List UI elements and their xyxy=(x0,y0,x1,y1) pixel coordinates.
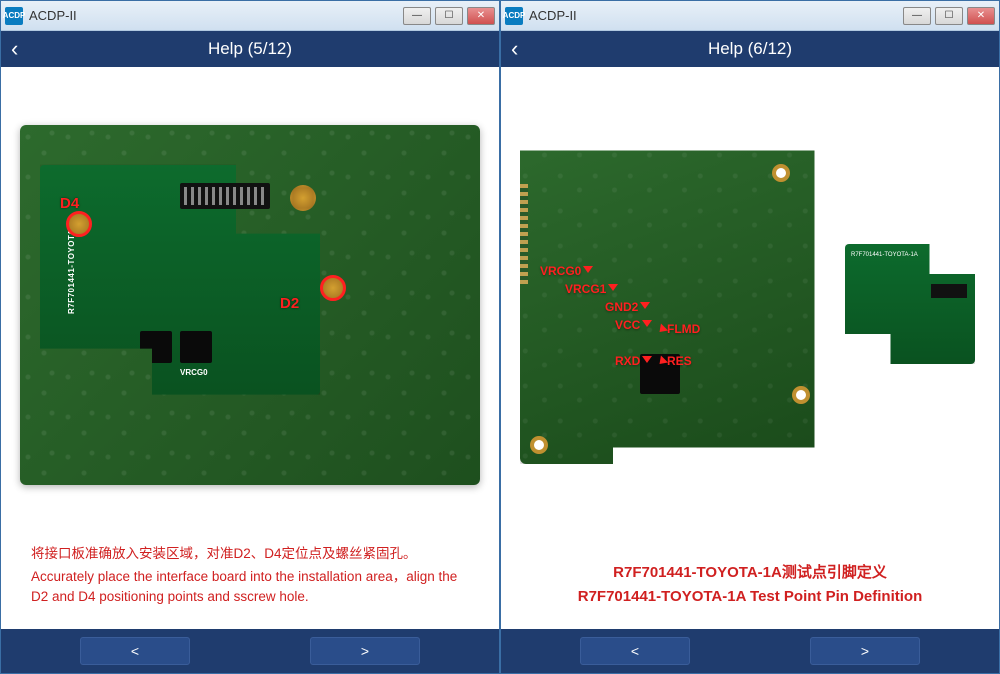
app-icon: ACDP xyxy=(5,7,23,25)
pcb-board-large: R7F701441-TOYOTA-1A VRCG0 D4 D2 xyxy=(20,125,480,485)
edge-connector-icon xyxy=(520,184,528,284)
caption-line: 将接口板准确放入安装区域，对准D2、D4定位点及螺丝紧固孔。 xyxy=(31,544,469,564)
callout-d4: D4 xyxy=(60,195,79,212)
page-title: Help (5/12) xyxy=(208,39,292,59)
standoff-d2 xyxy=(320,275,346,301)
app-icon: ACDP xyxy=(505,7,523,25)
mount-hole-icon xyxy=(792,386,810,404)
content-area: VRCG0 VRCG1 GND2 VCC FLMD RXD RES R7F701… xyxy=(501,67,999,629)
caption-line: Accurately place the interface board int… xyxy=(31,567,469,608)
content-area: R7F701441-TOYOTA-1A VRCG0 D4 D2 将接口板准确放入… xyxy=(1,67,499,629)
mount-hole-icon xyxy=(772,164,790,182)
window-left: ACDP ACDP-II — ☐ ✕ ‹ Help (5/12) R7F7014… xyxy=(0,0,500,674)
titlebar[interactable]: ACDP ACDP-II — ☐ ✕ xyxy=(1,1,499,31)
titlebar[interactable]: ACDP ACDP-II — ☐ ✕ xyxy=(501,1,999,31)
chip-icon xyxy=(140,331,172,363)
help-image: VRCG0 VRCG1 GND2 VCC FLMD RXD RES R7F701… xyxy=(511,77,989,551)
caption: R7F701441-TOYOTA-1A测试点引脚定义 R7F701441-TOY… xyxy=(511,551,989,619)
footer-nav: < > xyxy=(501,629,999,673)
close-button[interactable]: ✕ xyxy=(967,7,995,25)
back-button[interactable]: ‹ xyxy=(11,36,18,62)
back-button[interactable]: ‹ xyxy=(511,36,518,62)
pin-label-gnd2: GND2 xyxy=(605,300,650,314)
app-title: ACDP-II xyxy=(529,8,577,23)
callout-d2: D2 xyxy=(280,295,299,312)
page-header: ‹ Help (5/12) xyxy=(1,31,499,67)
chip-icon xyxy=(180,331,212,363)
prev-button[interactable]: < xyxy=(80,637,190,665)
maximize-button[interactable]: ☐ xyxy=(935,7,963,25)
minimize-button[interactable]: — xyxy=(903,7,931,25)
help-image: R7F701441-TOYOTA-1A VRCG0 D4 D2 xyxy=(11,77,489,532)
board-signal-label: VRCG0 xyxy=(180,368,208,377)
pin-label-flmd: FLMD xyxy=(655,322,700,336)
pin-label-res: RES xyxy=(655,354,692,368)
page-title: Help (6/12) xyxy=(708,39,792,59)
pin-header-icon xyxy=(931,284,967,298)
prev-button[interactable]: < xyxy=(580,637,690,665)
small-board-label: R7F701441-TOYOTA-1A xyxy=(851,252,918,258)
window-right: ACDP ACDP-II — ☐ ✕ ‹ Help (6/12) VRCG0 V… xyxy=(500,0,1000,674)
standoff-icon xyxy=(290,185,316,211)
standoff-d4 xyxy=(66,211,92,237)
next-button[interactable]: > xyxy=(310,637,420,665)
maximize-button[interactable]: ☐ xyxy=(435,7,463,25)
pin-label-vcc: VCC xyxy=(615,318,652,332)
mount-hole-icon xyxy=(530,436,548,454)
pin-label-vrcg0: VRCG0 xyxy=(540,264,593,278)
next-button[interactable]: > xyxy=(810,637,920,665)
pin-label-vrcg1: VRCG1 xyxy=(565,282,618,296)
caption-line: R7F701441-TOYOTA-1A测试点引脚定义 xyxy=(531,561,969,585)
close-button[interactable]: ✕ xyxy=(467,7,495,25)
caption-line: R7F701441-TOYOTA-1A Test Point Pin Defin… xyxy=(531,585,969,609)
footer-nav: < > xyxy=(1,629,499,673)
pin-header-icon xyxy=(180,183,270,209)
app-title: ACDP-II xyxy=(29,8,77,23)
pcb-adapter-small: R7F701441-TOYOTA-1A xyxy=(845,244,975,364)
pin-label-rxd: RXD xyxy=(615,354,652,368)
pcb-board-main xyxy=(520,134,830,464)
caption: 将接口板准确放入安装区域，对准D2、D4定位点及螺丝紧固孔。 Accuratel… xyxy=(11,532,489,619)
page-header: ‹ Help (6/12) xyxy=(501,31,999,67)
minimize-button[interactable]: — xyxy=(403,7,431,25)
